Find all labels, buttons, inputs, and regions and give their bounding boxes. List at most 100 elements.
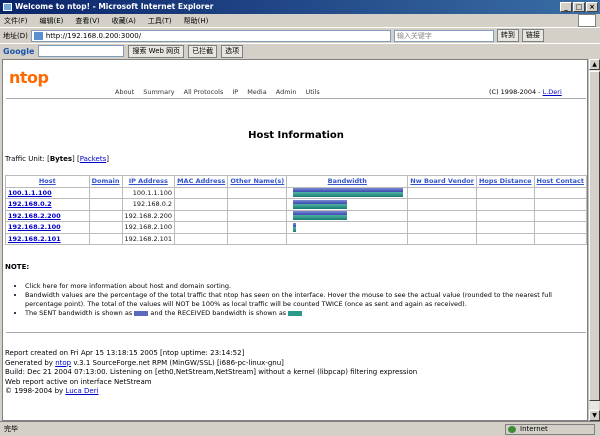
luca-deri-link[interactable]: Luca Deri [65,387,98,395]
report-generated: Generated by ntop v.3.1 SourceForge.net … [5,359,417,369]
report-web: Web report active on interface NetStream [5,377,152,386]
vendor-cell [407,186,477,199]
domain-cell [88,221,123,234]
copyright-text: (C) 1998-2004 - [489,88,543,96]
ip-cell: 192.168.2.101 [121,232,176,245]
menu-file[interactable]: 文件(F) [4,16,28,26]
addr-search-input[interactable]: 输入关键字 [393,29,494,42]
mac-cell [174,232,229,245]
address-label: 地址(D) [3,31,28,40]
hops-cell [475,209,535,222]
col-other-names[interactable]: Other Name(s) [227,175,288,188]
traffic-label: Traffic Unit: [ [5,155,50,163]
mac-cell [174,221,229,234]
host-cell[interactable]: 100.1.1.100 [5,186,90,199]
contact-cell [533,221,587,234]
google-logo[interactable]: Google [3,47,34,56]
links-button[interactable]: 链接 [521,29,544,42]
vendor-cell [407,221,477,234]
author-link[interactable]: L.Deri [543,88,562,96]
hops-cell [475,221,535,234]
other-names-cell [227,221,288,234]
contact-cell [533,198,587,211]
note-item: The SENT bandwidth is shown as and the R… [25,309,583,318]
col-ip-address[interactable]: IP Address [121,175,176,188]
scroll-up-icon[interactable]: ▲ [589,59,600,70]
page-content: ntop About Summary All Protocols IP Medi… [2,59,588,421]
col-mac-address[interactable]: MAC Address [174,175,229,188]
address-input[interactable]: http://192.168.0.200:3000/ [30,29,391,42]
nav-all-protocols[interactable]: All Protocols [184,88,224,96]
note-rcvd-text: and the RECEIVED bandwidth is shown as [150,309,287,317]
col-host[interactable]: Host [5,175,90,188]
note-item: Click here for more information about ho… [25,282,583,291]
ntop-link[interactable]: ntop [55,359,71,367]
traffic-bytes-link[interactable]: Bytes [50,155,72,163]
nav-about[interactable]: About [115,88,134,96]
maximize-button[interactable]: □ [573,2,585,12]
col-host-contact[interactable]: Host Contact [533,175,587,188]
nav-utils[interactable]: Utils [305,88,319,96]
table-row: 192.168.0.2 192.168.0.2 [5,198,587,211]
top-nav: About Summary All Protocols IP Media Adm… [115,88,320,96]
table-row: 192.168.2.100 192.168.2.100 [5,221,587,234]
scroll-down-icon[interactable]: ▼ [589,410,600,421]
nav-media[interactable]: Media [247,88,267,96]
menu-favorites[interactable]: 收藏(A) [112,16,136,26]
report-build: Build: Dec 21 2004 07:13:00. Listening o… [5,368,418,376]
col-nw-board-vendor[interactable]: Nw Board Vendor [407,175,477,188]
menu-edit[interactable]: 编辑(E) [40,16,64,26]
google-search-input[interactable] [38,45,125,57]
vertical-scrollbar[interactable]: ▲ ▼ [588,59,600,421]
table-row: 100.1.1.100 100.1.1.100 [5,186,587,199]
traffic-sep: ] [ [72,155,80,163]
received-bar [293,203,348,209]
host-cell[interactable]: 192.168.2.101 [5,232,90,245]
google-search-button[interactable]: 搜索 Web 网页 [128,44,185,58]
ntop-logo[interactable]: ntop [9,68,49,87]
host-cell[interactable]: 192.168.2.200 [5,209,90,222]
hops-cell [475,186,535,199]
hops-cell [475,232,535,245]
col-hops-distance[interactable]: Hops Distance [475,175,535,188]
contact-cell [533,209,587,222]
bandwidth-cell [286,232,409,245]
menu-view[interactable]: 查看(V) [75,16,99,26]
header-copyright: (C) 1998-2004 - L.Deri [489,88,562,96]
col-bandwidth[interactable]: Bandwidth [286,175,409,188]
copy-pre: © 1998-2004 by [5,387,66,395]
host-cell[interactable]: 192.168.0.2 [5,198,90,211]
nav-summary[interactable]: Summary [143,88,174,96]
vendor-cell [407,232,477,245]
note-item: Bandwidth values are the percentage of t… [25,291,583,309]
go-button[interactable]: 转到 [496,29,519,42]
traffic-packets-link[interactable]: Packets [80,155,107,163]
minimize-button[interactable]: _ [560,2,572,12]
host-cell[interactable]: 192.168.2.100 [5,221,90,234]
page-title: Host Information [248,130,344,141]
nav-admin[interactable]: Admin [276,88,297,96]
traffic-end: ] [106,155,109,163]
traffic-unit: Traffic Unit: [Bytes] [Packets] [5,155,109,163]
hosts-table: Host Domain IP Address MAC Address Other… [5,175,587,245]
menu-tools[interactable]: 工具(T) [148,16,172,26]
scroll-thumb[interactable] [589,71,600,401]
domain-cell [88,186,123,199]
nav-ip[interactable]: IP [232,88,238,96]
google-options-button[interactable]: 选项 [221,44,244,58]
report-footer: Report created on Fri Apr 15 13:18:15 20… [5,349,417,397]
ip-cell: 192.168.0.2 [121,198,176,211]
google-toolbar: Google 搜索 Web 网页 已拦截 选项 [0,43,600,58]
col-domain[interactable]: Domain [88,175,123,188]
popup-blocked-button[interactable]: 已拦截 [188,44,218,58]
other-names-cell [227,209,288,222]
close-button[interactable]: × [586,2,598,12]
menu-help[interactable]: 帮助(H) [184,16,209,26]
received-swatch [288,310,303,316]
windows-logo-icon [578,14,596,27]
menu-bar: 文件(F) 编辑(E) 查看(V) 收藏(A) 工具(T) 帮助(H) [0,14,600,27]
domain-cell [88,198,123,211]
note-bandwidth-text: Bandwidth values are the percentage of t… [25,291,552,308]
table-header-row: Host Domain IP Address MAC Address Other… [5,175,587,188]
page-icon [33,31,43,40]
